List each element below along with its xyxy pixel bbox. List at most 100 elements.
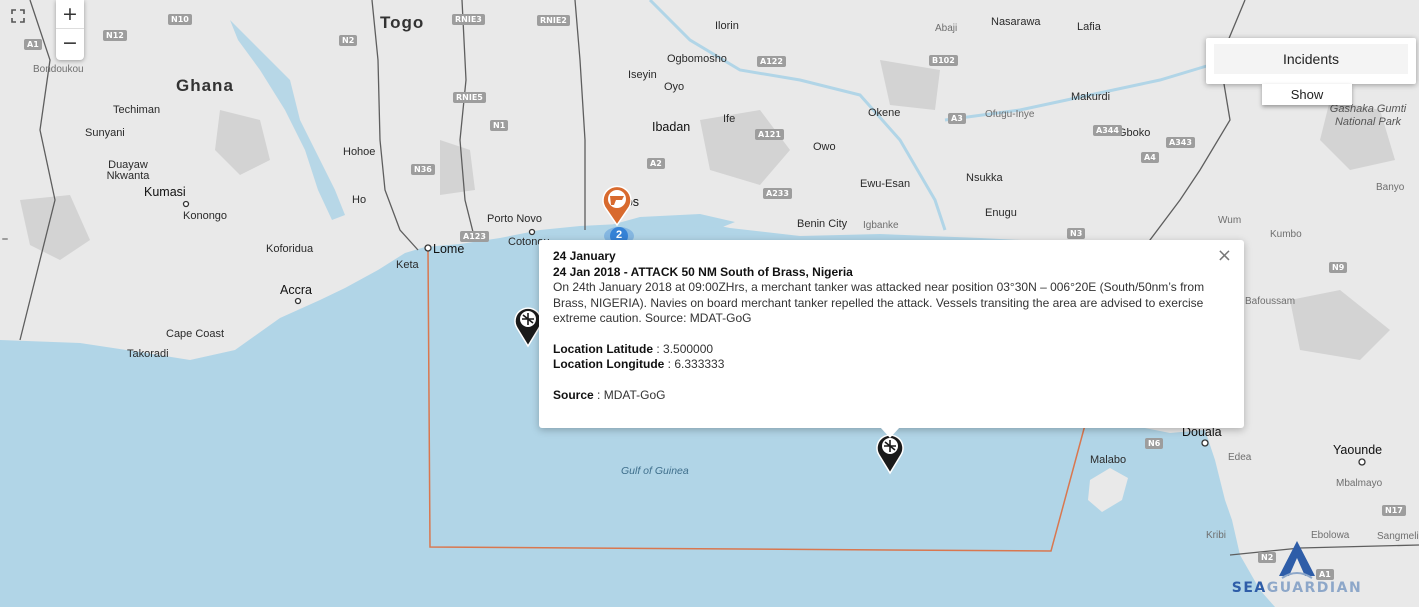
city-label-keta: Keta xyxy=(396,259,419,271)
city-label-duayaw-nkwanta: Duayaw Nkwanta xyxy=(106,159,150,182)
road-shield: N3 xyxy=(1067,228,1086,239)
road-shield: N9 xyxy=(1329,262,1348,273)
road-shield: RNIE3 xyxy=(452,14,485,25)
longitude-label: Location Longitude xyxy=(553,357,665,371)
logo-triangle-icon xyxy=(1279,541,1315,579)
popup-longitude: Location Longitude : 6.333333 xyxy=(553,357,725,371)
city-label-kumasi: Kumasi xyxy=(144,185,186,199)
seaguardian-logo: SEAGUARDIAN xyxy=(1222,540,1372,598)
road-shield: N1 xyxy=(490,120,509,131)
longitude-value: 6.333333 xyxy=(674,357,725,371)
incident-marker-orange[interactable] xyxy=(600,183,634,227)
road-shield: A2 xyxy=(647,158,665,169)
city-label-yaounde: Yaounde xyxy=(1333,443,1383,457)
fullscreen-icon xyxy=(11,9,25,23)
road-shield: A343 xyxy=(1166,137,1195,148)
city-label-lome: Lome xyxy=(433,242,465,256)
road-shield: A4 xyxy=(1141,152,1159,163)
road-shield: RNIE5 xyxy=(453,92,486,103)
city-label-koforidua: Koforidua xyxy=(266,243,314,255)
popup-latitude: Location Latitude : 3.500000 xyxy=(553,341,714,356)
city-label-ofugu-inye: Ofugu-Inye xyxy=(985,109,1035,120)
city-label-sangmelima: Sangmelima xyxy=(1377,531,1419,542)
popup-title: 24 Jan 2018 - ATTACK 50 NM South of Bras… xyxy=(553,264,853,279)
city-label-ogbomosho: Ogbomosho xyxy=(667,53,727,65)
logo-text-sea: SEA xyxy=(1231,580,1267,596)
city-label-takoradi: Takoradi xyxy=(127,348,169,360)
city-label-nsukka: Nsukka xyxy=(966,172,1003,184)
popup-date: 24 January xyxy=(553,249,616,263)
road-shield: N10 xyxy=(168,14,192,25)
city-label-wum: Wum xyxy=(1218,215,1242,226)
city-label-porto-novo: Porto Novo xyxy=(487,213,543,225)
popup-description: On 24th January 2018 at 09:00ZHrs, a mer… xyxy=(553,280,1205,325)
country-label-togo: Togo xyxy=(380,13,425,32)
city-label-lafia: Lafia xyxy=(1077,21,1101,33)
city-label-sunyani: Sunyani xyxy=(85,127,125,139)
incident-popup: × 24 January 24 Jan 2018 - ATTACK 50 NM … xyxy=(539,240,1244,428)
popup-tip xyxy=(880,427,900,438)
road-shield: A3 xyxy=(948,113,966,124)
city-label-edea: Edea xyxy=(1228,452,1252,463)
road-shield: A233 xyxy=(763,188,792,199)
incidents-panel: Incidents xyxy=(1206,38,1416,84)
show-incidents-button[interactable]: Show xyxy=(1262,84,1352,105)
city-label-iseyin: Iseyin xyxy=(628,69,657,81)
city-label-bondoukou: Bondoukou xyxy=(33,64,84,75)
zoom-control: + − xyxy=(56,0,84,60)
city-label-banyo: Banyo xyxy=(1376,182,1405,193)
city-label-bafoussam: Bafoussam xyxy=(1245,296,1296,307)
city-label-enugu: Enugu xyxy=(985,207,1017,219)
road-shield: N17 xyxy=(1382,505,1406,516)
city-label-owo: Owo xyxy=(813,141,836,153)
road-shield: B102 xyxy=(929,55,958,66)
road-shield: A1 xyxy=(24,39,42,50)
zoom-out-button[interactable]: − xyxy=(56,28,84,57)
road-shield: N36 xyxy=(411,164,435,175)
city-label-oyo: Oyo xyxy=(664,81,685,93)
city-label-ho: Ho xyxy=(352,194,367,206)
city-label-nasarawa: Nasarawa xyxy=(991,16,1041,28)
road-shield xyxy=(2,238,8,240)
logo-text: SEAGUARDIAN xyxy=(1222,580,1372,596)
city-label-konongo: Konongo xyxy=(183,210,228,222)
road-shield: A123 xyxy=(460,231,489,242)
city-label-mbalmayo: Mbalmayo xyxy=(1336,478,1383,489)
road-shield: A122 xyxy=(757,56,786,67)
latitude-value: 3.500000 xyxy=(663,341,714,356)
city-label-igbanke: Igbanke xyxy=(863,220,899,231)
city-label-ibadan: Ibadan xyxy=(652,120,691,134)
road-shield: RNIE2 xyxy=(537,15,570,26)
logo-text-guardian: GUARDIAN xyxy=(1266,580,1363,596)
city-label-ewu-esan: Ewu-Esan xyxy=(860,178,911,190)
city-label-techiman: Techiman xyxy=(113,104,161,116)
city-label-makurdi: Makurdi xyxy=(1071,91,1111,103)
popup-source: Source : MDAT-GoG xyxy=(553,387,666,402)
city-label-abaji: Abaji xyxy=(935,23,958,34)
city-label-ilorin: Ilorin xyxy=(715,20,739,32)
city-label-malabo: Malabo xyxy=(1090,454,1127,466)
sea-label-gulf-of-guinea: Gulf of Guinea xyxy=(621,465,689,477)
road-shield: N12 xyxy=(103,30,127,41)
zoom-in-button[interactable]: + xyxy=(56,0,84,28)
road-shield: N6 xyxy=(1145,438,1164,449)
incidents-panel-title[interactable]: Incidents xyxy=(1214,44,1408,74)
city-label-accra: Accra xyxy=(280,283,312,297)
road-shield: A344 xyxy=(1093,125,1122,136)
latitude-label: Location Latitude xyxy=(553,341,653,356)
road-shield: A121 xyxy=(755,129,784,140)
source-value: MDAT-GoG xyxy=(603,387,666,402)
fullscreen-button[interactable] xyxy=(8,6,28,26)
city-label-benin-city: Benin City xyxy=(797,218,848,230)
city-label-kumbo: Kumbo xyxy=(1270,229,1302,240)
city-label-hohoe: Hohoe xyxy=(343,146,376,158)
city-label-okene: Okene xyxy=(868,107,901,119)
park-label-gashaka-gumti: Gashaka Gumti National Park xyxy=(1329,103,1407,128)
city-label-ife: Ife xyxy=(723,113,736,125)
close-icon[interactable]: × xyxy=(1217,247,1232,265)
city-label-gboko: Gboko xyxy=(1118,127,1151,139)
road-shield: N2 xyxy=(339,35,358,46)
city-label-cape-coast: Cape Coast xyxy=(166,328,225,340)
source-label: Source xyxy=(553,387,594,402)
country-label-ghana: Ghana xyxy=(176,76,234,95)
